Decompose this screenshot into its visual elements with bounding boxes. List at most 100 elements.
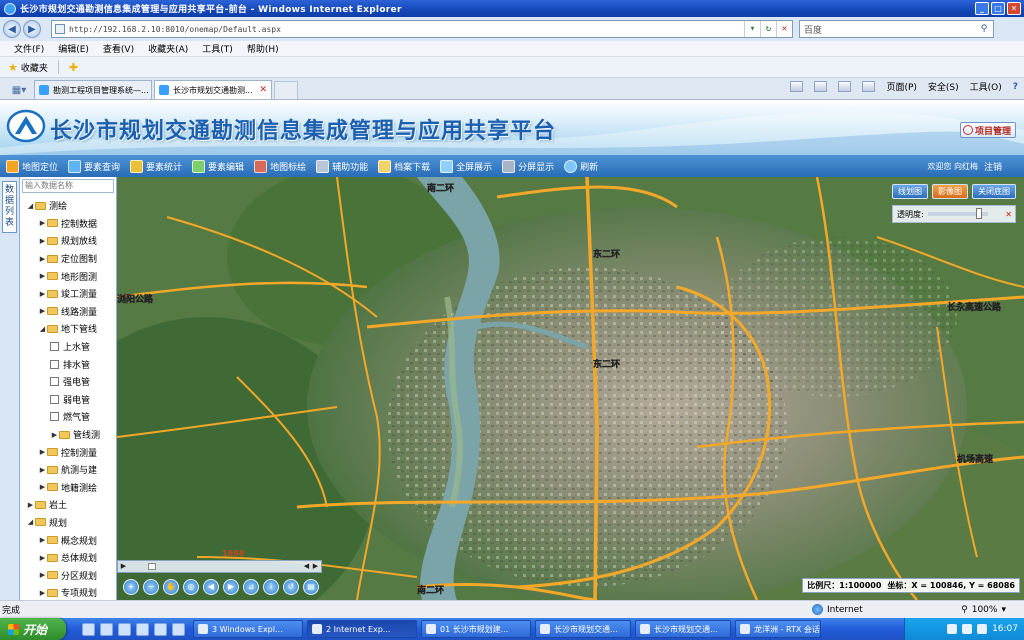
previous-extent-icon[interactable]: ◀	[203, 579, 219, 595]
toolbar-aux-tools[interactable]: 辅助功能	[316, 159, 368, 173]
tree-node[interactable]: ▶ 概念规划	[20, 531, 116, 549]
home-icon[interactable]	[790, 81, 804, 92]
collapsed-arrow-icon[interactable]: ▶	[38, 237, 47, 245]
tab-survey-project[interactable]: 勘测工程项目管理系统—...	[34, 80, 152, 99]
logout-link[interactable]: 注销	[984, 160, 1002, 173]
tree-node[interactable]: 排水管	[20, 355, 116, 373]
menu-favorites[interactable]: 收藏夹(A)	[148, 42, 188, 55]
basemap-off-tab[interactable]: 关闭底图	[972, 184, 1016, 199]
favorites-star-icon[interactable]: ★	[8, 61, 18, 74]
collapsed-arrow-icon[interactable]: ▶	[50, 431, 59, 439]
menu-edit[interactable]: 编辑(E)	[58, 42, 89, 55]
zoom-out-icon[interactable]: −	[143, 579, 159, 595]
opacity-close-icon[interactable]: ✕	[1005, 210, 1012, 219]
collapsed-arrow-icon[interactable]: ▶	[38, 255, 47, 263]
full-extent-icon[interactable]: ◎	[183, 579, 199, 595]
project-management-button[interactable]: 项目管理	[960, 122, 1016, 138]
feeds-icon[interactable]	[814, 81, 828, 92]
toolbar-feature-statistics[interactable]: 要素统计	[130, 159, 182, 173]
toolbar-map-draw[interactable]: 地图标绘	[254, 159, 306, 173]
tree-node[interactable]: ◢ 规划	[20, 514, 116, 532]
tree-node[interactable]: ◢ 测绘	[20, 197, 116, 215]
toolbar-feature-query[interactable]: 要素查询	[68, 159, 120, 173]
app-quicklaunch-icon[interactable]	[172, 622, 185, 636]
menu-file[interactable]: 文件(F)	[14, 42, 44, 55]
favorites-button[interactable]: 收藏夹	[21, 61, 48, 74]
tree-node[interactable]: 强电管	[20, 373, 116, 391]
collapsed-arrow-icon[interactable]: ▶	[26, 501, 35, 509]
tree-node[interactable]: ▶ 分区规划	[20, 566, 116, 584]
tree-node[interactable]: ▶ 航测与建	[20, 461, 116, 479]
collapsed-arrow-icon[interactable]: ▶	[38, 307, 47, 315]
task-rtx-chat[interactable]: 龙洋洲 - RTX 会话	[735, 620, 821, 638]
new-tab-button[interactable]	[274, 81, 298, 99]
app-quicklaunch-icon[interactable]	[136, 622, 149, 636]
expanded-arrow-icon[interactable]: ◢	[26, 202, 35, 210]
timeline-play-icon[interactable]: ▶	[119, 562, 128, 571]
opacity-slider-thumb[interactable]	[975, 208, 982, 219]
toolbar-archive-download[interactable]: 档案下载	[378, 159, 430, 173]
next-extent-icon[interactable]: ▶	[223, 579, 239, 595]
expanded-arrow-icon[interactable]: ◢	[38, 325, 47, 333]
task-doc-3[interactable]: 长沙市规划交通...	[635, 620, 731, 638]
pan-icon[interactable]: ✋	[163, 579, 179, 595]
print-icon[interactable]	[862, 81, 876, 92]
forward-button[interactable]: ▶	[23, 20, 41, 38]
show-desktop-icon[interactable]	[100, 622, 113, 636]
tray-network-icon[interactable]	[947, 624, 958, 634]
basemap-vector-tab[interactable]: 线划图	[892, 184, 928, 199]
tree-node[interactable]: ▶ 地形图测	[20, 267, 116, 285]
collapsed-arrow-icon[interactable]: ▶	[38, 483, 47, 491]
address-dropdown-icon[interactable]: ▾	[744, 21, 760, 37]
back-button[interactable]: ◀	[3, 20, 21, 38]
map-view[interactable]: 南二环 东二环 长永高速公路 机场高速 东二环 南二环 浏阳公路 线划图 影像图…	[117, 177, 1024, 600]
toolbar-split-screen[interactable]: 分屏显示	[502, 159, 554, 173]
satellite-map[interactable]: 南二环 东二环 长永高速公路 机场高速 东二环 南二环 浏阳公路	[117, 177, 1024, 600]
app-quicklaunch-icon[interactable]	[154, 622, 167, 636]
tray-app-icon[interactable]	[977, 624, 988, 634]
cmd-safety[interactable]: 安全(S)	[928, 80, 959, 93]
address-bar[interactable]: http://192.168.2.10:8010/onemap/Default.…	[51, 20, 793, 38]
layer-checkbox[interactable]	[50, 377, 59, 387]
help-icon[interactable]: ?	[1013, 82, 1018, 92]
collapsed-arrow-icon[interactable]: ▶	[38, 290, 47, 298]
cmd-page[interactable]: 页面(P)	[886, 80, 916, 93]
collapsed-arrow-icon[interactable]: ▶	[38, 554, 47, 562]
tree-node[interactable]: ▶ 控制测量	[20, 443, 116, 461]
media-quicklaunch-icon[interactable]	[118, 622, 131, 636]
tree-node[interactable]: ▶ 定位图制	[20, 250, 116, 268]
timeline-prev-icon[interactable]: ◀	[302, 562, 311, 571]
ie-quicklaunch-icon[interactable]	[82, 622, 95, 636]
tree-node[interactable]: 弱电管	[20, 391, 116, 409]
cmd-tools[interactable]: 工具(O)	[970, 80, 1002, 93]
address-url[interactable]: http://192.168.2.10:8010/onemap/Default.…	[69, 25, 281, 34]
toolbar-map-locate[interactable]: 地图定位	[6, 159, 58, 173]
zoom-dropdown-icon[interactable]: ▾	[1001, 605, 1006, 615]
layer-checkbox[interactable]	[50, 412, 59, 422]
measure-icon[interactable]: ⊿	[243, 579, 259, 595]
print-map-icon[interactable]: ▤	[303, 579, 319, 595]
add-favorite-icon[interactable]: ✚	[69, 61, 78, 74]
tree-node[interactable]: ▶ 线路测量	[20, 303, 116, 321]
quick-tabs-icon[interactable]: ▦▾	[4, 81, 34, 99]
timeline-next-icon[interactable]: ▶	[311, 562, 320, 571]
tree-search-input[interactable]: 输入数据名称	[22, 179, 114, 193]
tree-node[interactable]: ▶ 总体规划	[20, 549, 116, 567]
layer-checkbox[interactable]	[50, 342, 59, 352]
tree-node[interactable]: ◢ 地下管线	[20, 320, 116, 338]
tree-node[interactable]: ▶ 岩土	[20, 496, 116, 514]
collapsed-arrow-icon[interactable]: ▶	[38, 536, 47, 544]
time-slider[interactable]: ▶ ◀ ▶ 1998	[117, 549, 322, 573]
collapsed-arrow-icon[interactable]: ▶	[38, 272, 47, 280]
tree-node[interactable]: 燃气管	[20, 408, 116, 426]
timeline-tick[interactable]	[148, 563, 156, 570]
layer-checkbox[interactable]	[50, 394, 59, 404]
menu-view[interactable]: 查看(V)	[103, 42, 134, 55]
zoom-in-icon[interactable]: +	[123, 579, 139, 595]
tree-node[interactable]: ▶ 规划放线	[20, 232, 116, 250]
basemap-imagery-tab[interactable]: 影像图	[932, 184, 968, 199]
tree-node[interactable]: 上水管	[20, 338, 116, 356]
collapsed-arrow-icon[interactable]: ▶	[38, 466, 47, 474]
tree-node[interactable]: ▶ 专项规划	[20, 584, 116, 600]
opacity-slider[interactable]	[927, 208, 988, 219]
